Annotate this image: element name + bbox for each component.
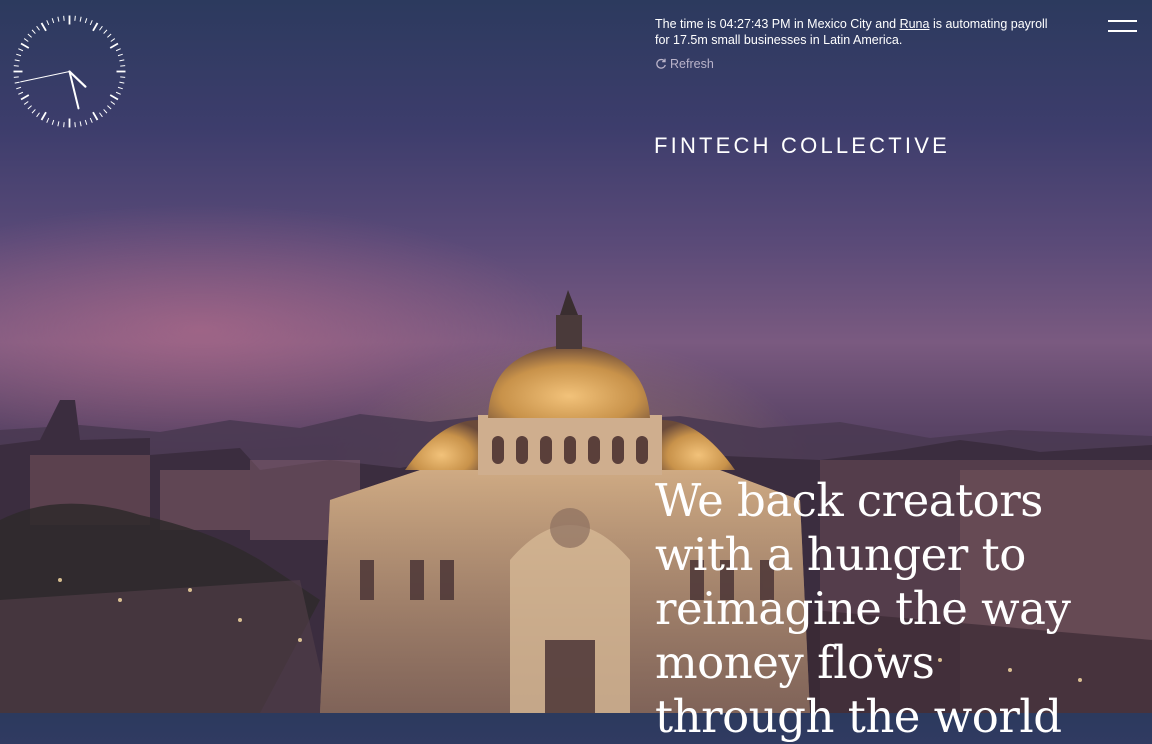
clock-tick	[74, 15, 76, 21]
menu-button[interactable]	[1108, 18, 1138, 34]
clock-tick	[36, 25, 40, 31]
clock-tick	[120, 76, 126, 78]
clock-tick	[51, 18, 55, 24]
clock-tick	[18, 48, 24, 52]
clock-tick	[103, 29, 108, 34]
refresh-label: Refresh	[670, 57, 714, 71]
clock-tick	[84, 119, 88, 125]
brand-logo[interactable]: FINTECH COLLECTIVE	[654, 133, 950, 159]
clock-tick	[84, 18, 88, 24]
clock-tick	[107, 105, 112, 110]
clock-tick	[79, 16, 82, 22]
clock-tick	[51, 119, 55, 125]
clock-tick	[109, 42, 119, 49]
hamburger-menu-icon	[1108, 20, 1137, 22]
clock-tick	[57, 121, 60, 127]
clock-tick	[110, 101, 116, 105]
clock-tick	[36, 112, 40, 118]
clock-tick	[16, 53, 22, 57]
clock-tick	[120, 65, 126, 67]
clock-tick	[117, 53, 123, 57]
clock-tick	[79, 121, 82, 127]
clock-tick	[20, 42, 30, 49]
clock-tick	[99, 112, 103, 118]
clock-tick	[13, 65, 19, 67]
clock-tick	[31, 29, 36, 34]
clock-tick	[27, 105, 32, 110]
clock-tick	[109, 94, 119, 101]
analog-clock	[13, 15, 126, 128]
clock-tick	[16, 86, 22, 90]
clock-tick	[46, 20, 50, 26]
company-link[interactable]: Runa	[900, 17, 930, 31]
clock-tick	[115, 91, 121, 95]
clock-tick	[20, 94, 30, 101]
clock-tick	[27, 33, 32, 38]
clock-tick	[92, 111, 99, 121]
clock-tick	[119, 59, 125, 62]
clock-tick	[107, 33, 112, 38]
clock-tick	[40, 22, 47, 32]
clock-tick	[103, 109, 108, 114]
status-prefix: The time is	[655, 17, 720, 31]
clock-tick	[74, 122, 76, 128]
status-middle: in Mexico City and	[790, 17, 900, 31]
clock-tick	[23, 101, 29, 105]
clock-tick	[89, 20, 93, 26]
hamburger-menu-icon-line	[1108, 30, 1137, 32]
clock-tick	[31, 109, 36, 114]
clock-tick	[110, 38, 116, 42]
clock-tick	[99, 25, 103, 31]
clock-tick	[117, 86, 123, 90]
status-message: The time is 04:27:43 PM in Mexico City a…	[655, 16, 1065, 48]
clock-tick	[46, 117, 50, 123]
clock-tick	[63, 15, 65, 21]
clock-tick	[23, 38, 29, 42]
clock-second-hand	[20, 71, 70, 83]
clock-tick	[13, 76, 19, 78]
clock-tick	[14, 81, 20, 84]
clock-tick	[18, 91, 24, 95]
clock-tick	[14, 59, 20, 62]
clock-tick	[40, 111, 47, 121]
refresh-icon	[656, 58, 666, 69]
clock-tick	[115, 48, 121, 52]
refresh-button[interactable]: Refresh	[655, 57, 714, 71]
status-time: 04:27:43 PM	[719, 17, 791, 31]
hero-headline: We back creators with a hunger to reimag…	[655, 474, 1071, 743]
clock-tick	[63, 122, 65, 128]
clock-tick	[57, 16, 60, 22]
clock-tick	[89, 117, 93, 123]
clock-tick	[92, 22, 99, 32]
clock-tick	[119, 81, 125, 84]
